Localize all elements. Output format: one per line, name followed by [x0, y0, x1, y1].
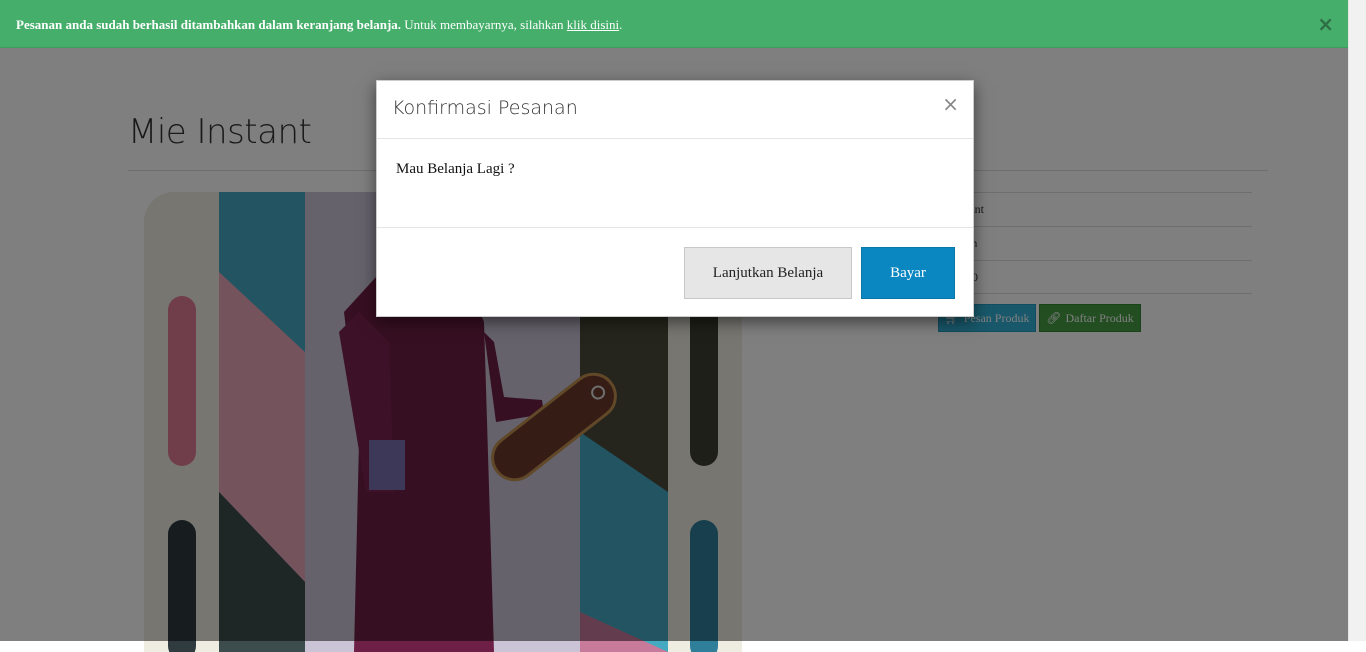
- modal-body: Mau Belanja Lagi ?: [377, 139, 973, 228]
- pay-button[interactable]: Bayar: [861, 247, 955, 299]
- alert-message: Pesanan anda sudah berhasil ditambahkan …: [16, 17, 622, 33]
- alert-close-icon[interactable]: ×: [1317, 12, 1334, 36]
- modal-question: Mau Belanja Lagi ?: [396, 161, 515, 177]
- confirm-order-modal: Konfirmasi Pesanan × Mau Belanja Lagi ? …: [376, 80, 974, 317]
- alert-message-end: .: [619, 17, 623, 32]
- modal-title: Konfirmasi Pesanan: [392, 97, 578, 119]
- page-scrollbar[interactable]: [1348, 0, 1366, 641]
- alert-message-bold: Pesanan anda sudah berhasil ditambahkan …: [16, 17, 402, 32]
- continue-shopping-button[interactable]: Lanjutkan Belanja: [684, 247, 852, 299]
- close-icon[interactable]: ×: [942, 93, 959, 115]
- modal-footer: Lanjutkan Belanja Bayar: [377, 228, 973, 318]
- alert-pay-link[interactable]: klik disini: [567, 17, 619, 32]
- modal-header: Konfirmasi Pesanan ×: [377, 81, 973, 139]
- success-alert: Pesanan anda sudah berhasil ditambahkan …: [0, 0, 1348, 48]
- alert-message-text: Untuk membayarnya, silahkan: [401, 17, 567, 32]
